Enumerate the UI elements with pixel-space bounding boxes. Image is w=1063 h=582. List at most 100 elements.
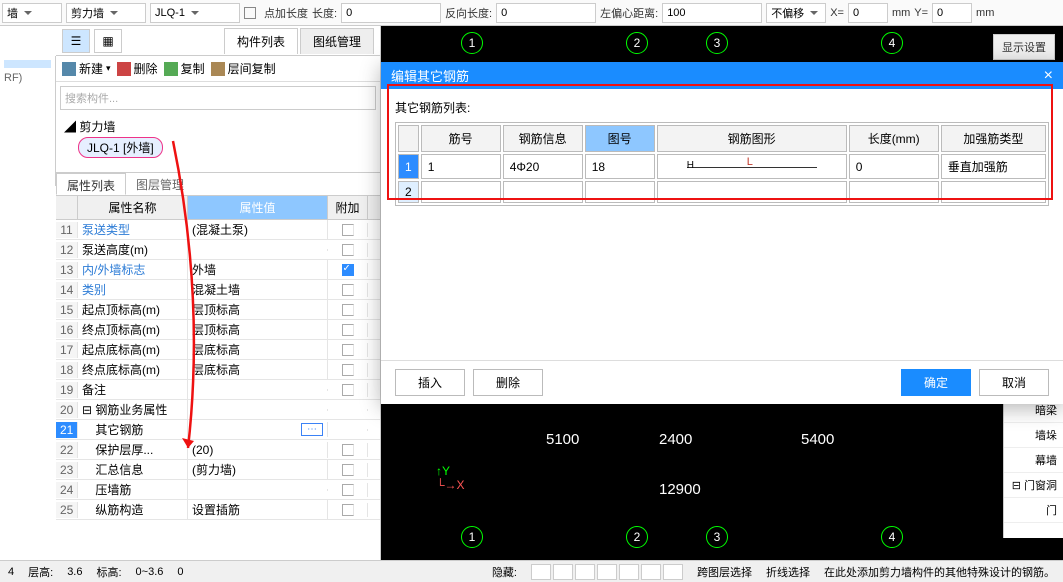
copy-button[interactable]: 复制 (164, 60, 205, 77)
prop-attach[interactable] (328, 409, 368, 411)
offset-dropdown[interactable]: 不偏移 (766, 3, 826, 23)
property-row[interactable]: 11泵送类型(混凝土泵) (56, 220, 380, 240)
status-icon-6[interactable] (641, 564, 661, 580)
prop-value[interactable]: (剪力墙) (188, 460, 328, 479)
col-type[interactable]: 加强筋类型 (941, 125, 1046, 152)
prop-attach[interactable] (328, 343, 368, 357)
prop-value[interactable]: 混凝土墙 (188, 280, 328, 299)
prop-value[interactable] (188, 489, 328, 491)
property-row[interactable]: 22 保护层厚...(20) (56, 440, 380, 460)
layer-copy-button[interactable]: 层间复制 (211, 60, 276, 77)
property-row[interactable]: 16终点顶标高(m)层顶标高 (56, 320, 380, 340)
dialog-delete-button[interactable]: 删除 (473, 369, 543, 396)
left-nav-rf[interactable]: RF) (4, 68, 51, 88)
category-dropdown[interactable]: 墙 (2, 3, 62, 23)
prop-attach[interactable] (328, 443, 368, 457)
prop-value[interactable]: 外墙 (188, 260, 328, 279)
new-button[interactable]: 新建 ▾ (62, 60, 111, 77)
component-dropdown[interactable]: JLQ-1 (150, 3, 240, 23)
display-settings-button[interactable]: 显示设置 (993, 34, 1055, 60)
prop-value[interactable]: (20) (188, 442, 328, 458)
cancel-button[interactable]: 取消 (979, 369, 1049, 396)
eccentricity-input[interactable] (662, 3, 762, 23)
tab-drawing-mgmt[interactable]: 图纸管理 (300, 28, 374, 54)
property-row[interactable]: 19备注 (56, 380, 380, 400)
prop-value[interactable] (188, 249, 328, 251)
prop-attach[interactable] (328, 363, 368, 377)
prop-value[interactable]: 设置插筋 (188, 500, 328, 519)
prop-value[interactable]: 层底标高 (188, 360, 328, 379)
tab-layer-mgmt[interactable]: 图层管理 (126, 173, 194, 195)
search-input[interactable]: 搜索构件... (60, 86, 376, 110)
property-row[interactable]: 15起点顶标高(m)层顶标高 (56, 300, 380, 320)
cell-length[interactable]: 0 (849, 154, 939, 179)
col-shape[interactable]: 钢筋图形 (657, 125, 847, 152)
tab-property-list[interactable]: 属性列表 (56, 173, 126, 195)
prop-attach[interactable] (328, 323, 368, 337)
status-icon-7[interactable] (663, 564, 683, 580)
col-length[interactable]: 长度(mm) (849, 125, 939, 152)
cell-no[interactable]: 1 (421, 154, 501, 179)
prop-value[interactable] (188, 409, 328, 411)
status-icon-4[interactable] (597, 564, 617, 580)
insert-button[interactable]: 插入 (395, 369, 465, 396)
prop-attach[interactable] (328, 463, 368, 477)
property-row[interactable]: 23 汇总信息(剪力墙) (56, 460, 380, 480)
right-item-1[interactable]: 墙垛 (1004, 423, 1063, 448)
status-icon-2[interactable] (553, 564, 573, 580)
prop-attach[interactable] (328, 383, 368, 397)
left-nav-selected[interactable] (4, 60, 51, 68)
prop-value[interactable]: 层顶标高 (188, 300, 328, 319)
y-input[interactable] (932, 3, 972, 23)
prop-attach[interactable] (328, 243, 368, 257)
cell-shape[interactable]: HL (657, 154, 847, 179)
cell-type[interactable]: 垂直加强筋 (941, 154, 1046, 179)
prop-attach[interactable] (328, 483, 368, 497)
ok-button[interactable]: 确定 (901, 369, 971, 396)
type-dropdown[interactable]: 剪力墙 (66, 3, 146, 23)
table-row[interactable]: 2 (398, 181, 1046, 203)
right-item-3[interactable]: ⊟ 门窗洞 (1004, 473, 1063, 498)
prop-attach[interactable] (328, 263, 368, 277)
prop-value[interactable]: 层顶标高 (188, 320, 328, 339)
x-input[interactable] (848, 3, 888, 23)
property-row[interactable]: 24 压墙筋 (56, 480, 380, 500)
property-row[interactable]: 12泵送高度(m) (56, 240, 380, 260)
prop-attach[interactable] (328, 283, 368, 297)
close-icon[interactable]: × (1044, 67, 1053, 85)
property-row[interactable]: 14类别混凝土墙 (56, 280, 380, 300)
prop-attach[interactable] (328, 429, 368, 431)
tree-root[interactable]: ◢ 剪力墙 (64, 118, 372, 135)
cell-fig[interactable]: 18 (585, 154, 655, 179)
col-rebar-no[interactable]: 筋号 (421, 125, 501, 152)
property-row[interactable]: 25 纵筋构造设置插筋 (56, 500, 380, 520)
delete-button[interactable]: 删除 (117, 60, 158, 77)
prop-attach[interactable] (328, 503, 368, 517)
col-fig-no[interactable]: 图号 (585, 125, 655, 152)
status-icon-3[interactable] (575, 564, 595, 580)
prop-attach[interactable] (328, 303, 368, 317)
cross-layer-label[interactable]: 跨图层选择 (697, 564, 752, 580)
table-row[interactable]: 1 1 4Φ20 18 HL 0 垂直加强筋 (398, 154, 1046, 179)
point-length-checkbox[interactable] (244, 7, 256, 19)
right-item-2[interactable]: 幕墙 (1004, 448, 1063, 473)
property-row[interactable]: 18终点底标高(m)层底标高 (56, 360, 380, 380)
cell-info[interactable]: 4Φ20 (503, 154, 583, 179)
prop-value[interactable] (188, 389, 328, 391)
col-rebar-info[interactable]: 钢筋信息 (503, 125, 583, 152)
property-row[interactable]: 13内/外墙标志外墙 (56, 260, 380, 280)
property-row[interactable]: 21 其它钢筋⋯ (56, 420, 380, 440)
polyline-label[interactable]: 折线选择 (766, 564, 810, 580)
view-mode-2-icon[interactable]: ▦ (94, 29, 122, 53)
status-icon-1[interactable] (531, 564, 551, 580)
prop-attach[interactable] (328, 223, 368, 237)
tab-component-list[interactable]: 构件列表 (224, 28, 298, 54)
prop-value[interactable]: 层底标高 (188, 340, 328, 359)
reverse-length-input[interactable] (496, 3, 596, 23)
property-row[interactable]: 17起点底标高(m)层底标高 (56, 340, 380, 360)
prop-value[interactable]: ⋯ (188, 422, 328, 437)
length-input[interactable] (341, 3, 441, 23)
property-row[interactable]: 20⊟ 钢筋业务属性 (56, 400, 380, 420)
view-mode-1-icon[interactable]: ☰ (62, 29, 90, 53)
status-icon-5[interactable] (619, 564, 639, 580)
